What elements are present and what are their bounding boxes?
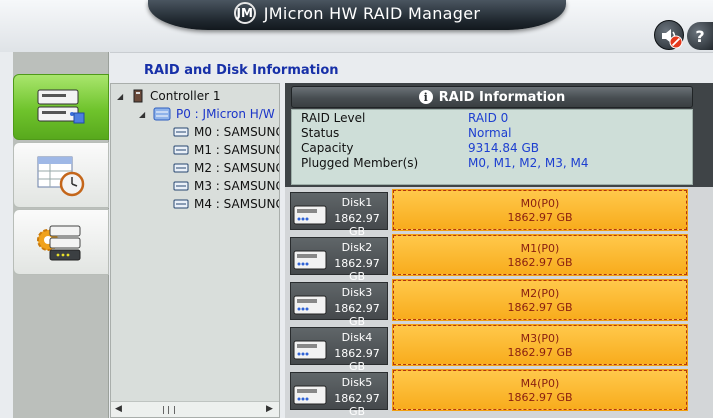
member-size: 1862.97 GB [507, 346, 573, 359]
disk-card[interactable]: Disk2 1862.97 GB [290, 237, 388, 283]
disk-name: Disk2 [341, 241, 373, 254]
member-box[interactable]: M4(P0) 1862.97 GB [392, 369, 688, 411]
info-label: Plugged Member(s) [301, 156, 419, 170]
member-name: M0(P0) [520, 197, 560, 210]
disk-name: Disk3 [341, 286, 373, 299]
disk-name: Disk1 [341, 196, 373, 209]
nav-tab-settings[interactable] [13, 209, 109, 275]
disk-card[interactable]: Disk3 1862.97 GB [290, 282, 388, 328]
left-nav [13, 52, 109, 418]
hard-disk-icon [293, 295, 327, 315]
member-name: M2(P0) [520, 287, 560, 300]
hard-disk-icon [293, 205, 327, 225]
member-box[interactable]: M3(P0) 1862.97 GB [392, 324, 688, 366]
member-size: 1862.97 GB [507, 391, 573, 404]
tree-node-member[interactable]: M4 : SAMSUNG [173, 195, 280, 213]
hard-disk-icon [293, 340, 327, 360]
disk-name: Disk5 [341, 376, 373, 389]
scroll-thumb[interactable] [163, 406, 175, 414]
hard-disk-icon [173, 181, 189, 191]
member-size: 1862.97 GB [507, 301, 573, 314]
disk-name: Disk4 [341, 331, 373, 344]
tree-label: M0 : SAMSUNG [194, 125, 280, 139]
info-value: M0, M1, M2, M3, M4 [468, 156, 589, 170]
info-value: Normal [468, 126, 512, 140]
tree-label: Controller 1 [150, 89, 221, 103]
member-name: M4(P0) [520, 377, 560, 390]
tree-label: P0 : JMicron H/W RA [176, 107, 279, 121]
window-title: JMicron HW RAID Manager [263, 3, 481, 23]
hard-disk-icon [173, 163, 189, 173]
tree-label: M3 : SAMSUNG [194, 179, 280, 193]
device-tree[interactable]: ◢ Controller 1 ◢ P0 : JMicron H/W RA M0 … [110, 83, 280, 418]
gear-list-icon [37, 225, 81, 261]
disk-row: Disk3 1862.97 GB M2(P0) 1862.97 GB [289, 279, 713, 328]
raid-info-box: RAID Level RAID 0 Status Normal Capacity… [291, 109, 693, 185]
title-bar: JM JMicron HW RAID Manager [148, 0, 566, 30]
disk-card[interactable]: Disk5 1862.97 GB [290, 372, 388, 418]
info-label: Status [301, 126, 340, 140]
tree-expand-icon[interactable]: ◢ [117, 92, 127, 101]
tree-label: M2 : SAMSUNG [194, 161, 280, 175]
help-button[interactable]: ? [687, 22, 713, 50]
table-clock-icon [37, 156, 85, 197]
member-box[interactable]: M2(P0) 1862.97 GB [392, 279, 688, 321]
hard-disk-icon [173, 199, 189, 209]
disk-row: Disk4 1862.97 GB M3(P0) 1862.97 GB [289, 324, 713, 373]
hard-disk-icon [293, 250, 327, 270]
member-name: M3(P0) [520, 332, 560, 345]
tree-label: M1 : SAMSUNG [194, 143, 280, 157]
section-title: RAID and Disk Information [144, 63, 339, 78]
tree-node-raid[interactable]: ◢ P0 : JMicron H/W RA [139, 105, 279, 123]
member-size: 1862.97 GB [507, 211, 573, 224]
scroll-right-icon[interactable]: ▶ [266, 404, 273, 414]
hard-disk-icon [293, 385, 327, 405]
raid-info-title: RAID Information [438, 89, 566, 105]
member-box[interactable]: M1(P0) 1862.97 GB [392, 234, 688, 276]
hard-disk-icon [173, 127, 189, 137]
member-size: 1862.97 GB [507, 256, 573, 269]
speaker-muted-icon [662, 29, 683, 49]
tree-node-member[interactable]: M1 : SAMSUNG [173, 141, 280, 159]
info-label: RAID Level [301, 111, 366, 125]
disk-size: 1862.97 GB [334, 392, 380, 418]
tree-node-member[interactable]: M3 : SAMSUNG [173, 177, 280, 195]
scroll-left-icon[interactable]: ◀ [115, 404, 122, 414]
nav-tab-raid-info[interactable] [13, 74, 109, 140]
tree-horizontal-scrollbar[interactable]: ◀ ▶ [111, 401, 279, 417]
disk-card[interactable]: Disk1 1862.97 GB [290, 192, 388, 238]
tree-expand-icon[interactable]: ◢ [139, 110, 149, 119]
nav-tab-raid-setup[interactable] [13, 142, 109, 208]
jmicron-logo-icon: JM [233, 2, 256, 24]
section-header: RAID and Disk Information [110, 52, 713, 83]
tree-label: M4 : SAMSUNG [194, 197, 280, 211]
info-icon: i [418, 90, 433, 104]
disk-row: Disk5 1862.97 GB M4(P0) 1862.97 GB [289, 369, 713, 418]
disk-row: Disk2 1862.97 GB M1(P0) 1862.97 GB [289, 234, 713, 283]
info-label: Capacity [301, 141, 354, 155]
hard-disk-icon [173, 145, 189, 155]
raid-array-icon [153, 107, 171, 121]
disk-list-icon [37, 89, 85, 124]
info-value: RAID 0 [468, 111, 509, 125]
sound-toggle-button[interactable] [654, 20, 684, 50]
controller-icon [133, 89, 143, 103]
raid-detail-pane: i RAID Information RAID Level RAID 0 Sta… [285, 83, 713, 418]
tree-node-member[interactable]: M2 : SAMSUNG [173, 159, 280, 177]
member-name: M1(P0) [520, 242, 560, 255]
info-value: 9314.84 GB [468, 141, 539, 155]
disk-map: Disk1 1862.97 GB M0(P0) 1862.97 GB Disk2… [285, 187, 713, 418]
raid-info-header: i RAID Information [291, 86, 693, 108]
member-box[interactable]: M0(P0) 1862.97 GB [392, 189, 688, 231]
disk-card[interactable]: Disk4 1862.97 GB [290, 327, 388, 373]
tree-node-controller[interactable]: ◢ Controller 1 [117, 87, 220, 105]
tree-node-member[interactable]: M0 : SAMSUNG [173, 123, 280, 141]
disk-row: Disk1 1862.97 GB M0(P0) 1862.97 GB [289, 189, 713, 238]
